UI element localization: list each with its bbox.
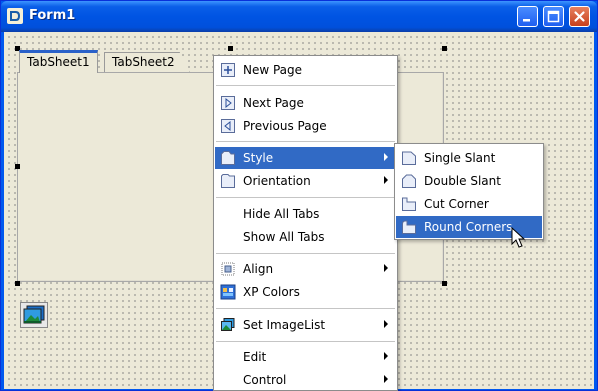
- minimize-button[interactable]: [517, 6, 538, 27]
- window-title: Form1: [29, 8, 76, 23]
- xp-colors-icon: [220, 284, 236, 300]
- maximize-button[interactable]: [543, 6, 564, 27]
- submenu-item-label: Single Slant: [424, 151, 496, 165]
- submenu-arrow-icon: [384, 176, 388, 184]
- submenu-item-double-slant[interactable]: Double Slant: [396, 170, 542, 192]
- menu-item-set-imagelist[interactable]: Set ImageList: [215, 314, 396, 336]
- next-page-icon: [221, 96, 235, 110]
- menu-item-label: XP Colors: [243, 285, 300, 299]
- maximize-icon: [547, 10, 560, 23]
- mouse-pointer-icon: [511, 227, 526, 248]
- selection-handle[interactable]: [15, 164, 20, 169]
- submenu-item-label: Double Slant: [424, 174, 501, 188]
- submenu-arrow-icon: [384, 352, 388, 360]
- menu-item-label: Orientation: [243, 174, 311, 188]
- style-submenu: Single Slant Double Slant Cut Corner Rou…: [394, 143, 544, 240]
- menu-item-edit[interactable]: Edit: [215, 346, 396, 368]
- submenu-item-cut-corner[interactable]: Cut Corner: [396, 193, 542, 215]
- menu-item-label: Style: [243, 151, 274, 165]
- menu-item-label: Edit: [243, 350, 267, 364]
- title-bar[interactable]: Form1: [1, 1, 597, 32]
- imagelist-component[interactable]: [20, 302, 48, 328]
- imagelist-icon: [221, 318, 235, 331]
- tab-label: TabSheet1: [27, 55, 90, 69]
- tab-style-icon: [221, 151, 235, 165]
- menu-item-align[interactable]: Align: [215, 258, 396, 280]
- menu-item-label: Previous Page: [243, 119, 327, 133]
- previous-page-icon: [221, 119, 235, 133]
- tab-label: TabSheet2: [112, 55, 175, 69]
- selection-handle[interactable]: [442, 46, 447, 51]
- submenu-item-label: Round Corners: [424, 220, 513, 234]
- menu-item-label: Hide All Tabs: [243, 207, 320, 221]
- double-slant-icon: [402, 174, 416, 188]
- submenu-arrow-icon: [384, 375, 388, 383]
- menu-item-previous-page[interactable]: Previous Page: [215, 115, 396, 137]
- selection-handle[interactable]: [442, 281, 447, 286]
- imagelist-icon: [23, 305, 45, 324]
- menu-item-next-page[interactable]: Next Page: [215, 92, 396, 114]
- menu-separator: [216, 341, 395, 342]
- menu-item-label: Align: [243, 262, 274, 276]
- menu-item-label: Set ImageList: [243, 318, 326, 332]
- selection-handle[interactable]: [228, 46, 233, 51]
- submenu-arrow-icon: [384, 153, 388, 161]
- delphi-app-icon: [7, 8, 23, 24]
- menu-separator: [216, 141, 395, 142]
- menu-item-style[interactable]: Style: [215, 147, 396, 169]
- menu-item-new-page[interactable]: New Page: [215, 59, 396, 81]
- submenu-arrow-icon: [384, 320, 388, 328]
- menu-separator: [216, 197, 395, 198]
- menu-item-show-all-tabs[interactable]: Show All Tabs: [215, 226, 396, 248]
- menu-item-orientation[interactable]: Orientation: [215, 170, 396, 192]
- round-corners-icon: [402, 220, 416, 234]
- menu-item-label: Next Page: [243, 96, 304, 110]
- tab-tabsheet1[interactable]: TabSheet1: [19, 50, 98, 73]
- new-page-icon: [221, 63, 235, 77]
- submenu-item-label: Cut Corner: [424, 197, 489, 211]
- submenu-item-single-slant[interactable]: Single Slant: [396, 147, 542, 169]
- context-menu: New Page Next Page Previous Page Style O…: [213, 55, 398, 391]
- close-icon: [574, 11, 585, 22]
- menu-item-xp-colors[interactable]: XP Colors: [215, 281, 396, 303]
- cut-corner-icon: [402, 197, 416, 211]
- menu-item-control[interactable]: Control: [215, 369, 396, 391]
- single-slant-icon: [402, 151, 416, 165]
- menu-separator: [216, 85, 395, 86]
- menu-item-label: Control: [243, 373, 287, 387]
- align-icon: [221, 262, 235, 276]
- menu-separator: [216, 308, 395, 309]
- menu-item-label: New Page: [243, 63, 303, 77]
- menu-item-label: Show All Tabs: [243, 230, 325, 244]
- selection-handle[interactable]: [15, 281, 20, 286]
- orientation-icon: [221, 174, 235, 188]
- submenu-arrow-icon: [384, 264, 388, 272]
- menu-item-hide-all-tabs[interactable]: Hide All Tabs: [215, 203, 396, 225]
- menu-separator: [216, 253, 395, 254]
- close-button[interactable]: [569, 6, 590, 27]
- tab-tabsheet2[interactable]: TabSheet2: [104, 52, 190, 72]
- minimize-icon: [523, 19, 530, 22]
